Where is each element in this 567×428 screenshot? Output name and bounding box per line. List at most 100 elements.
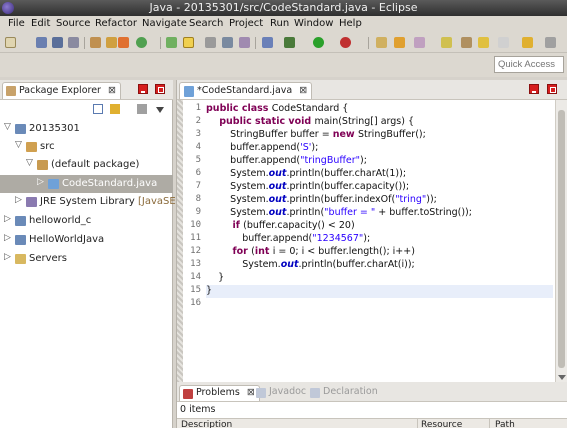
scrollbar-thumb[interactable]: [558, 110, 565, 368]
toggle-icon[interactable]: [166, 37, 177, 48]
column-divider[interactable]: [417, 419, 418, 428]
code-line[interactable]: System.out.println(buffer.capacity());: [206, 181, 409, 194]
column-path[interactable]: Path: [495, 420, 515, 428]
external-tools-icon[interactable]: [340, 37, 351, 48]
collapse-all-icon[interactable]: [93, 104, 103, 114]
save-all-icon[interactable]: [52, 37, 63, 48]
code-line[interactable]: }: [206, 285, 553, 298]
expanded-icon[interactable]: ▽: [26, 158, 33, 168]
new-icon[interactable]: [5, 37, 16, 48]
debug-icon[interactable]: [284, 37, 295, 48]
code-line[interactable]: System.out.println("buffer = " + buffer.…: [206, 207, 472, 220]
line-number: 13: [190, 259, 201, 269]
tree-item-helloworldjava[interactable]: ▷ HelloWorldJava: [0, 231, 173, 249]
tree-item-codestandard-java[interactable]: ▷ CodeStandard.java: [0, 175, 173, 193]
forward-icon[interactable]: [545, 37, 556, 48]
minimize-icon[interactable]: [529, 84, 539, 94]
column-description[interactable]: Description: [181, 420, 232, 428]
search-icon[interactable]: [414, 37, 425, 48]
pin-icon[interactable]: [478, 37, 489, 48]
tab-declaration[interactable]: Declaration: [307, 385, 382, 401]
code-line[interactable]: public class CodeStandard {: [206, 103, 348, 116]
open-folder-icon[interactable]: [394, 37, 405, 48]
column-divider[interactable]: [489, 419, 490, 428]
code-line[interactable]: if (buffer.capacity() < 20): [206, 220, 354, 233]
vertical-scrollbar[interactable]: [555, 100, 567, 382]
menu-project[interactable]: Project: [229, 18, 263, 29]
build-icon[interactable]: [118, 37, 129, 48]
collapsed-icon[interactable]: ▷: [4, 214, 11, 224]
menu-search[interactable]: Search: [189, 18, 223, 29]
menu-help[interactable]: Help: [339, 18, 362, 29]
editor-tab-codestandard[interactable]: *CodeStandard.java ⊠: [179, 82, 313, 99]
menu-source[interactable]: Source: [56, 18, 90, 29]
tab-problems[interactable]: Problems ⊠: [179, 385, 260, 401]
minimize-icon[interactable]: [138, 84, 148, 94]
menu-navigate[interactable]: Navigate: [142, 18, 187, 29]
menu-run[interactable]: Run: [270, 18, 289, 29]
close-icon[interactable]: ⊠: [108, 85, 116, 96]
code-token: CodeStandard {: [271, 103, 349, 114]
tree-item-helloworld-c[interactable]: ▷ helloworld_c: [0, 212, 173, 230]
tree-item-src[interactable]: ▽ src: [0, 138, 173, 156]
quick-access-input[interactable]: [494, 56, 564, 73]
collapsed-icon[interactable]: ▷: [15, 195, 22, 205]
tree-item-label: src: [40, 141, 55, 152]
chevron-down-icon[interactable]: [156, 107, 164, 113]
new-package-icon[interactable]: [376, 37, 387, 48]
maximize-icon[interactable]: [547, 84, 557, 94]
tree-item-label: CodeStandard.java: [62, 178, 158, 189]
save-icon[interactable]: [36, 37, 47, 48]
new-java-icon[interactable]: [106, 37, 117, 48]
code-line[interactable]: System.out.println(buffer.charAt(1));: [206, 168, 406, 181]
package-explorer-tab[interactable]: Package Explorer ⊠: [2, 82, 121, 99]
next-annotation-icon[interactable]: [441, 37, 452, 48]
column-resource[interactable]: Resource: [421, 420, 462, 428]
menu-window[interactable]: Window: [294, 18, 333, 29]
tree-item-servers[interactable]: ▷ Servers: [0, 250, 173, 268]
code-line[interactable]: System.out.println(buffer.indexOf("tring…: [206, 194, 437, 207]
mark-occurrences-icon[interactable]: [183, 37, 194, 48]
code-token: );: [363, 233, 371, 244]
menu-refactor[interactable]: Refactor: [95, 18, 137, 29]
code-line[interactable]: }: [206, 272, 224, 285]
tab-javadoc[interactable]: Javadoc: [253, 385, 310, 401]
code-line[interactable]: System.out.println(buffer.charAt(i));: [206, 259, 415, 272]
forward-history-icon[interactable]: [498, 37, 509, 48]
last-edit-icon[interactable]: [461, 37, 472, 48]
expanded-icon[interactable]: ▽: [15, 140, 22, 150]
close-icon[interactable]: ⊠: [299, 85, 307, 96]
project-icon: [15, 235, 26, 245]
tree-item-default-package[interactable]: ▽ (default package): [0, 156, 173, 174]
tree-item-jre-system-library[interactable]: ▷ JRE System Library [JavaSE-1.7]: [0, 193, 199, 211]
code-line[interactable]: buffer.append('S');: [206, 142, 318, 155]
code-line[interactable]: buffer.append("tringBuffer");: [206, 155, 367, 168]
menu-file[interactable]: File: [8, 18, 25, 29]
link-with-editor-icon[interactable]: [110, 104, 120, 114]
view-menu-icon[interactable]: [137, 104, 147, 114]
paragraph-icon[interactable]: [239, 37, 250, 48]
scroll-down-icon[interactable]: [558, 375, 566, 380]
code-line[interactable]: public static void main(String[] args) {: [206, 116, 414, 129]
code-area[interactable]: public class CodeStandard { public stati…: [206, 100, 553, 382]
print-icon[interactable]: [68, 37, 79, 48]
code-line[interactable]: StringBuffer buffer = new StringBuffer()…: [206, 129, 426, 142]
expanded-icon[interactable]: ▽: [4, 122, 11, 132]
skip-breakpoints-icon[interactable]: [262, 37, 273, 48]
open-type-icon[interactable]: [90, 37, 101, 48]
line-number: 15: [190, 285, 201, 295]
block-selection-icon[interactable]: [205, 37, 216, 48]
show-whitespace-icon[interactable]: [222, 37, 233, 48]
code-line[interactable]: buffer.append("1234567");: [206, 233, 370, 246]
back-icon[interactable]: [522, 37, 533, 48]
collapsed-icon[interactable]: ▷: [4, 252, 11, 262]
tree-item-project-20135301[interactable]: ▽ 20135301: [0, 120, 173, 138]
menu-edit[interactable]: Edit: [31, 18, 50, 29]
collapsed-icon[interactable]: ▷: [37, 177, 44, 187]
run-icon[interactable]: [313, 37, 324, 48]
code-token: StringBuffer buffer =: [206, 129, 333, 140]
code-line[interactable]: for (int i = 0; i < buffer.length(); i++…: [206, 246, 414, 259]
maximize-icon[interactable]: [155, 84, 165, 94]
collapsed-icon[interactable]: ▷: [4, 233, 11, 243]
run-circle-icon[interactable]: [136, 37, 147, 48]
